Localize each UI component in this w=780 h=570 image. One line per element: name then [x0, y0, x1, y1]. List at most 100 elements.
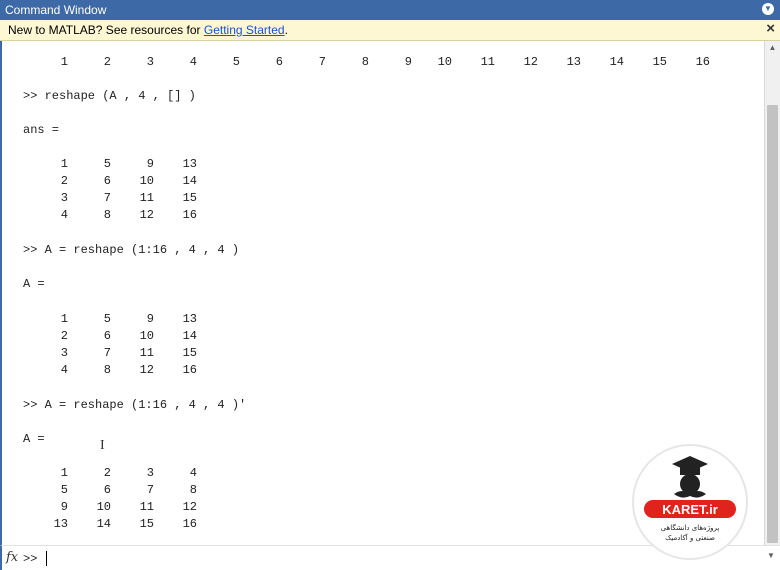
matrix-cell: 15 — [139, 517, 154, 531]
matrix-cell: 9 — [60, 500, 68, 514]
matrix-cell: 12 — [182, 500, 197, 514]
matrix-cell: 6 — [103, 483, 111, 497]
matrix-row: 3 7 11 15 — [2, 191, 742, 205]
matrix-cell: 14 — [182, 174, 197, 188]
matrix-cell: 14 — [182, 329, 197, 343]
matrix-cell: 3 — [146, 466, 154, 480]
matrix-cell: 2 — [103, 466, 111, 480]
matrix-cell: 13 — [182, 312, 197, 326]
vertical-scrollbar[interactable]: ▲ — [764, 41, 780, 545]
matrix-row: 9 10 11 12 — [2, 500, 742, 514]
scroll-up-icon[interactable]: ▲ — [765, 43, 780, 52]
matrix-cell: 16 — [182, 517, 197, 531]
scroll-down-icon[interactable]: ▼ — [767, 551, 775, 560]
vector-cell: 15 — [652, 55, 667, 69]
matrix-cell: 1 — [60, 157, 68, 171]
matrix-cell: 12 — [139, 363, 154, 377]
result-label: ans = — [23, 123, 60, 137]
matrix-cell: 3 — [60, 191, 68, 205]
prompt-bar[interactable]: fx >> — [0, 545, 780, 570]
matrix-cell: 1 — [60, 466, 68, 480]
vector-cell: 5 — [232, 55, 240, 69]
matrix-cell: 11 — [139, 346, 154, 360]
matrix-cell: 8 — [103, 208, 111, 222]
matrix-cell: 10 — [139, 174, 154, 188]
vector-cell: 1 — [60, 55, 68, 69]
matrix-row: 1 5 9 13 — [2, 312, 742, 326]
vector-cell: 12 — [523, 55, 538, 69]
matrix-cell: 10 — [96, 500, 111, 514]
matrix-row: 1 2 3 4 — [2, 466, 742, 480]
matrix-cell: 15 — [182, 191, 197, 205]
command-line: >> A = reshape (1:16 , 4 , 4 ) — [23, 243, 240, 257]
output-row-vector: 1 2 3 4 5 6 7 8 9 10 11 12 13 14 15 16 — [2, 55, 742, 69]
matrix-cell: 9 — [146, 157, 154, 171]
matrix-cell: 5 — [103, 157, 111, 171]
matrix-cell: 4 — [189, 466, 197, 480]
vector-cell: 6 — [275, 55, 283, 69]
getting-started-link[interactable]: Getting Started — [204, 23, 285, 37]
info-bar: New to MATLAB? See resources for Getting… — [0, 20, 780, 41]
vector-cell: 2 — [103, 55, 111, 69]
matrix-cell: 11 — [139, 500, 154, 514]
vector-cell: 9 — [404, 55, 412, 69]
vector-cell: 13 — [566, 55, 581, 69]
window-title: Command Window — [5, 3, 107, 17]
chevron-down-icon[interactable]: ▼ — [762, 3, 774, 15]
matrix-cell: 9 — [146, 312, 154, 326]
matrix-cell: 4 — [60, 208, 68, 222]
matrix-row: 2 6 10 14 — [2, 174, 742, 188]
matrix-cell: 6 — [103, 329, 111, 343]
command-output[interactable]: 1 2 3 4 5 6 7 8 9 10 11 12 13 14 15 16 >> reshape (A , … — [0, 41, 764, 545]
vector-cell: 16 — [695, 55, 710, 69]
matrix-cell: 12 — [139, 208, 154, 222]
matrix-cell: 11 — [139, 191, 154, 205]
info-suffix: . — [284, 23, 288, 37]
matrix-cell: 8 — [103, 363, 111, 377]
text-cursor-icon: I — [100, 438, 105, 453]
matrix-row: 5 6 7 8 — [2, 483, 742, 497]
matrix-cell: 8 — [189, 483, 197, 497]
matrix-row: 13 14 15 16 — [2, 517, 742, 531]
matrix-row: 3 7 11 15 — [2, 346, 742, 360]
vector-cell: 4 — [189, 55, 197, 69]
matrix-cell: 16 — [182, 208, 197, 222]
matrix-cell: 4 — [60, 363, 68, 377]
matrix-cell: 15 — [182, 346, 197, 360]
matrix-cell: 7 — [103, 346, 111, 360]
command-line: >> A = reshape (1:16 , 4 , 4 )' — [23, 398, 247, 412]
matrix-cell: 5 — [103, 312, 111, 326]
matrix-cell: 5 — [60, 483, 68, 497]
vector-cell: 7 — [318, 55, 326, 69]
matrix-cell: 2 — [60, 329, 68, 343]
vector-cell: 10 — [437, 55, 452, 69]
info-message: New to MATLAB? See resources for Getting… — [8, 23, 288, 37]
matrix-cell: 10 — [139, 329, 154, 343]
vector-cell: 14 — [609, 55, 624, 69]
result-label: A = — [23, 432, 45, 446]
matrix-cell: 1 — [60, 312, 68, 326]
matrix-cell: 13 — [182, 157, 197, 171]
result-label: A = — [23, 277, 45, 291]
matrix-cell: 7 — [103, 191, 111, 205]
vector-cell: 11 — [480, 55, 495, 69]
fx-icon[interactable]: fx — [6, 550, 18, 565]
matrix-cell: 13 — [53, 517, 68, 531]
matrix-cell: 3 — [60, 346, 68, 360]
matrix-cell: 6 — [103, 174, 111, 188]
matrix-row: 4 8 12 16 — [2, 208, 742, 222]
close-icon[interactable]: × — [766, 20, 775, 37]
matrix-row: 4 8 12 16 — [2, 363, 742, 377]
vector-cell: 8 — [361, 55, 369, 69]
scroll-thumb[interactable] — [767, 105, 778, 543]
matrix-cell: 2 — [60, 174, 68, 188]
matrix-cell: 7 — [146, 483, 154, 497]
vector-cell: 3 — [146, 55, 154, 69]
info-text: New to MATLAB? See resources for — [8, 23, 204, 37]
matrix-row: 2 6 10 14 — [2, 329, 742, 343]
matrix-row: 1 5 9 13 — [2, 157, 742, 171]
input-caret[interactable] — [46, 551, 47, 566]
title-bar: Command Window ▼ — [0, 0, 780, 20]
command-line: >> reshape (A , 4 , [] ) — [23, 89, 196, 103]
matrix-cell: 14 — [96, 517, 111, 531]
